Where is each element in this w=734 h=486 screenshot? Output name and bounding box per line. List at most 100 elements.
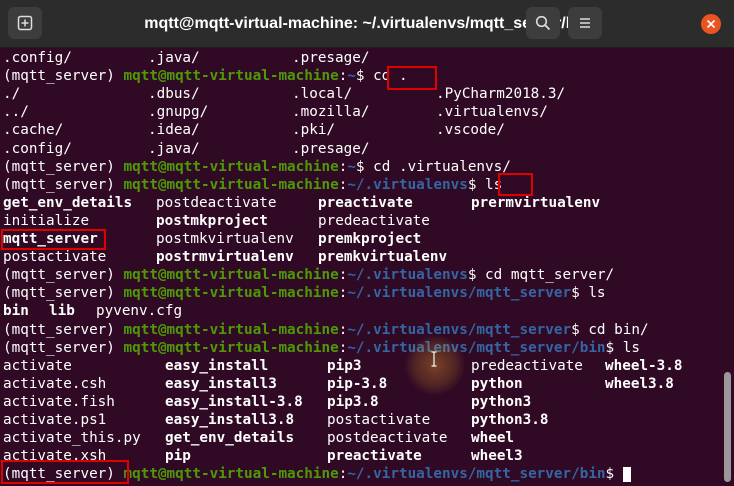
- hamburger-menu-icon: [580, 18, 590, 28]
- listing-entry: initialize: [3, 213, 90, 229]
- listing-entry: predeactivate: [318, 213, 430, 229]
- listing-entry: ../: [3, 104, 29, 120]
- title-bar: mqtt@mqtt-virtual-machine: ~/.virtualenv…: [0, 0, 734, 48]
- listing-entry: postmkproject: [156, 213, 268, 229]
- prompt-line: (mqtt_server) mqtt@mqtt-virtual-machine:…: [3, 284, 606, 302]
- highlight-box: [498, 173, 533, 196]
- prompt-user-host: mqtt@mqtt-virtual-machine: [123, 159, 339, 175]
- listing-entry: bin: [3, 303, 29, 319]
- listing-entry: premkproject: [318, 231, 422, 247]
- scrollbar[interactable]: [724, 372, 731, 482]
- prompt-path: ~/.virtualenvs/mqtt_server/bin: [347, 340, 606, 356]
- terminal-cursor: [622, 466, 631, 482]
- listing-entry: ./: [3, 86, 21, 102]
- listing-entry: wheel: [471, 430, 515, 446]
- prompt-path: ~/.virtualenvs: [347, 177, 468, 193]
- prompt-path: ~/.virtualenvs/mqtt_server/bin: [347, 466, 606, 482]
- listing-entry: .cache/: [3, 122, 64, 138]
- prompt-line: (mqtt_server) mqtt@mqtt-virtual-machine:…: [3, 176, 502, 194]
- prompt-symbol: $: [355, 68, 374, 84]
- listing-entry: preactivate: [318, 195, 413, 211]
- listing-entry: preactivate: [327, 448, 422, 464]
- prompt-user-host: mqtt@mqtt-virtual-machine: [123, 322, 339, 338]
- listing-entry: .dbus/: [148, 86, 200, 102]
- listing-entry: activate.csh: [3, 376, 107, 392]
- listing-entry: activate.fish: [3, 394, 115, 410]
- prompt-symbol: $: [571, 285, 589, 301]
- prompt-line: (mqtt_server) mqtt@mqtt-virtual-machine:…: [3, 321, 649, 339]
- listing-entry: .presage/: [292, 50, 370, 66]
- listing-entry: .pki/: [292, 122, 336, 138]
- prompt-path: ~: [347, 159, 356, 175]
- close-button[interactable]: [701, 14, 721, 34]
- listing-entry: pyvenv.cfg: [96, 303, 183, 319]
- venv-name: (mqtt_server): [3, 285, 124, 301]
- listing-entry: postactivate: [327, 412, 431, 428]
- listing-entry: wheel3: [471, 448, 523, 464]
- prompt-line: (mqtt_server) mqtt@mqtt-virtual-machine:…: [3, 158, 511, 176]
- venv-name: (mqtt_server): [3, 267, 124, 283]
- listing-entry: predeactivate: [471, 358, 583, 374]
- listing-entry: postrmvirtualenv: [156, 249, 294, 265]
- listing-entry: activate.ps1: [3, 412, 107, 428]
- menu-button[interactable]: [568, 7, 602, 39]
- prompt-user-host: mqtt@mqtt-virtual-machine: [123, 267, 339, 283]
- command-text: cd .virtualenvs/: [373, 159, 511, 175]
- prompt-line: (mqtt_server) mqtt@mqtt-virtual-machine:…: [3, 266, 614, 284]
- prompt-path: ~/.virtualenvs: [347, 267, 468, 283]
- listing-entry: .PyCharm2018.3/: [436, 86, 566, 102]
- listing-entry: python: [471, 376, 523, 392]
- venv-name: (mqtt_server): [3, 340, 124, 356]
- terminal-output[interactable]: .config/.java/.presage/(mqtt_server) mqt…: [0, 48, 734, 486]
- listing-entry: .java/: [148, 50, 200, 66]
- prompt-path: ~/.virtualenvs/mqtt_server: [347, 322, 572, 338]
- venv-name: (mqtt_server): [3, 68, 124, 84]
- listing-entry: .config/: [3, 141, 72, 157]
- prompt-line: (mqtt_server) mqtt@mqtt-virtual-machine:…: [3, 339, 640, 357]
- listing-entry: easy_install: [165, 358, 269, 374]
- listing-entry: activate_this.py: [3, 430, 141, 446]
- highlight-box: [387, 66, 437, 90]
- venv-name: (mqtt_server): [3, 177, 124, 193]
- listing-entry: .mozilla/: [292, 104, 370, 120]
- listing-entry: pip: [165, 448, 191, 464]
- search-icon: [535, 15, 551, 31]
- listing-entry: wheel3.8: [605, 376, 674, 392]
- command-text: ls: [588, 285, 606, 301]
- prompt-symbol: $: [355, 159, 374, 175]
- prompt-symbol: $: [605, 340, 623, 356]
- window-title: mqtt@mqtt-virtual-machine: ~/.virtualenv…: [144, 15, 590, 32]
- listing-entry: lib: [49, 303, 75, 319]
- prompt-symbol: $: [605, 466, 623, 482]
- listing-entry: .config/: [3, 50, 72, 66]
- prompt-symbol: $: [467, 177, 486, 193]
- listing-entry: pip-3.8: [327, 376, 388, 392]
- prompt-user-host: mqtt@mqtt-virtual-machine: [123, 466, 339, 482]
- search-button[interactable]: [526, 7, 560, 39]
- prompt-user-host: mqtt@mqtt-virtual-machine: [123, 340, 339, 356]
- prompt-user-host: mqtt@mqtt-virtual-machine: [123, 68, 339, 84]
- prompt-symbol: $: [571, 322, 589, 338]
- command-text: cd mqtt_server/: [485, 267, 615, 283]
- listing-entry: postdeactivate: [156, 195, 277, 211]
- command-text: cd bin/: [588, 322, 649, 338]
- prompt-path: ~/.virtualenvs/mqtt_server: [347, 285, 572, 301]
- listing-entry: easy_install-3.8: [165, 394, 303, 410]
- listing-entry: pip3: [327, 358, 362, 374]
- listing-entry: python3.8: [471, 412, 549, 428]
- listing-entry: .virtualenvs/: [436, 104, 548, 120]
- listing-entry: .presage/: [292, 141, 370, 157]
- listing-entry: get_env_details: [3, 195, 133, 211]
- listing-entry: activate: [3, 358, 72, 374]
- close-icon: [706, 19, 716, 29]
- venv-name: (mqtt_server): [3, 322, 124, 338]
- listing-entry: .local/: [292, 86, 353, 102]
- prompt-path: ~: [347, 68, 356, 84]
- listing-entry: postactivate: [3, 249, 107, 265]
- listing-entry: get_env_details: [165, 430, 295, 446]
- highlight-box: [1, 460, 129, 484]
- listing-entry: .idea/: [148, 122, 200, 138]
- prompt-user-host: mqtt@mqtt-virtual-machine: [123, 177, 339, 193]
- listing-entry: prermvirtualenv: [471, 195, 601, 211]
- listing-entry: wheel-3.8: [605, 358, 683, 374]
